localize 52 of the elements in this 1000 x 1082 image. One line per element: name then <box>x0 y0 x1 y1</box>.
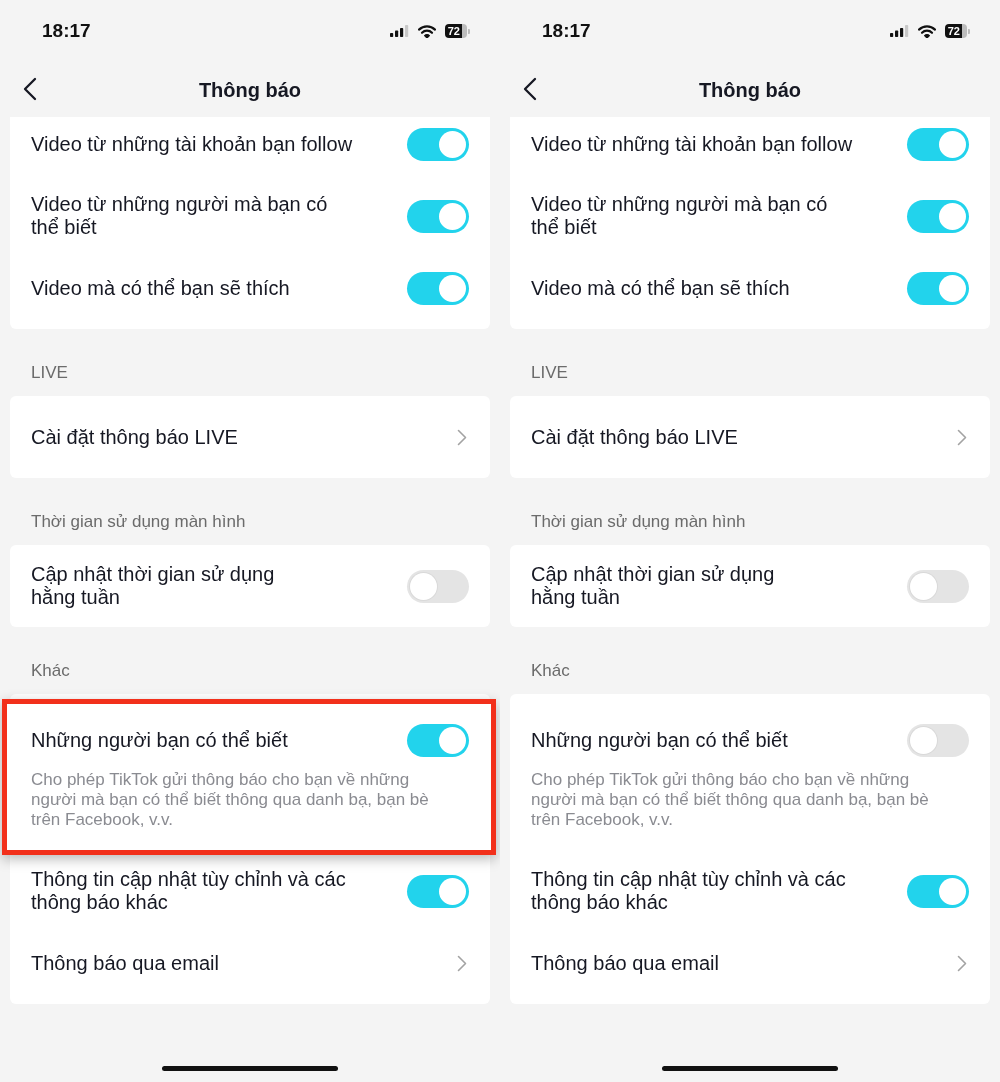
section-header: Thời gian sử dụng màn hình <box>531 512 746 531</box>
toggle-switch[interactable] <box>907 127 969 161</box>
toggle-switch[interactable] <box>407 874 469 908</box>
battery-indicator: 72 <box>944 24 970 38</box>
section-header: Khác <box>531 661 570 680</box>
section-header: LIVE <box>531 363 568 382</box>
chevron-right-icon <box>957 428 967 446</box>
setting-label: Video từ những người mà bạn có thể biết <box>531 193 828 239</box>
setting-label: Cài đặt thông báo LIVE <box>31 425 238 449</box>
setting-label: Video mà có thể bạn sẽ thích <box>531 276 790 300</box>
chevron-right-icon <box>457 954 467 972</box>
page-title: Thông báo <box>198 77 302 103</box>
toggle-switch[interactable] <box>407 724 469 757</box>
setting-description: Cho phép TikTok gửi thông báo cho bạn về những người mà bạn có thể biết thông qua danh bạ, bạn bè trên Facebook, v.v. <box>531 770 930 830</box>
setting-label: Những người bạn có thể biết <box>31 729 288 752</box>
setting-label: Thông tin cập nhật tùy chỉnh và các thông báo khác <box>31 868 346 914</box>
setting-label: Cập nhật thời gian sử dụng hằng tuần <box>31 563 275 609</box>
toggle-switch[interactable] <box>907 199 969 233</box>
setting-label: Thông tin cập nhật tùy chỉnh và các thông báo khác <box>531 868 846 914</box>
setting-label: Video mà có thể bạn sẽ thích <box>31 276 290 300</box>
page-title: Thông báo <box>698 77 802 103</box>
setting-label: Video từ những người mà bạn có thể biết <box>31 193 328 239</box>
toggle-switch[interactable] <box>407 199 469 233</box>
toggle-switch[interactable] <box>907 271 969 305</box>
setting-description: Cho phép TikTok gửi thông báo cho bạn về những người mà bạn có thể biết thông qua danh bạ, bạn bè trên Facebook, v.v. <box>31 770 430 830</box>
chevron-right-icon <box>957 954 967 972</box>
setting-label: Video từ những tài khoản bạn follow <box>531 132 853 156</box>
signal-icon <box>389 25 409 37</box>
section-header: LIVE <box>31 363 68 382</box>
chevron-right-icon <box>457 428 467 446</box>
status-time: 18:17 <box>542 18 591 43</box>
battery-indicator: 72 <box>444 24 470 38</box>
wifi-icon <box>417 24 436 38</box>
section-header: Thời gian sử dụng màn hình <box>31 512 246 531</box>
toggle-switch[interactable] <box>907 569 969 603</box>
toggle-switch[interactable] <box>407 127 469 161</box>
setting-label: Cài đặt thông báo LIVE <box>531 425 738 449</box>
status-time: 18:17 <box>42 18 91 43</box>
wifi-icon <box>917 24 936 38</box>
setting-label: Cập nhật thời gian sử dụng hằng tuần <box>531 563 775 609</box>
back-icon <box>523 77 537 101</box>
back-icon <box>23 77 37 101</box>
signal-icon <box>889 25 909 37</box>
setting-label: Video từ những tài khoản bạn follow <box>31 132 353 156</box>
toggle-switch[interactable] <box>907 874 969 908</box>
setting-label: Thông báo qua email <box>31 951 219 975</box>
section-header: Khác <box>31 661 70 680</box>
setting-label: Những người bạn có thể biết <box>531 729 788 752</box>
toggle-switch[interactable] <box>407 271 469 305</box>
setting-label: Thông báo qua email <box>531 951 719 975</box>
toggle-switch[interactable] <box>907 724 969 757</box>
toggle-switch[interactable] <box>407 569 469 603</box>
